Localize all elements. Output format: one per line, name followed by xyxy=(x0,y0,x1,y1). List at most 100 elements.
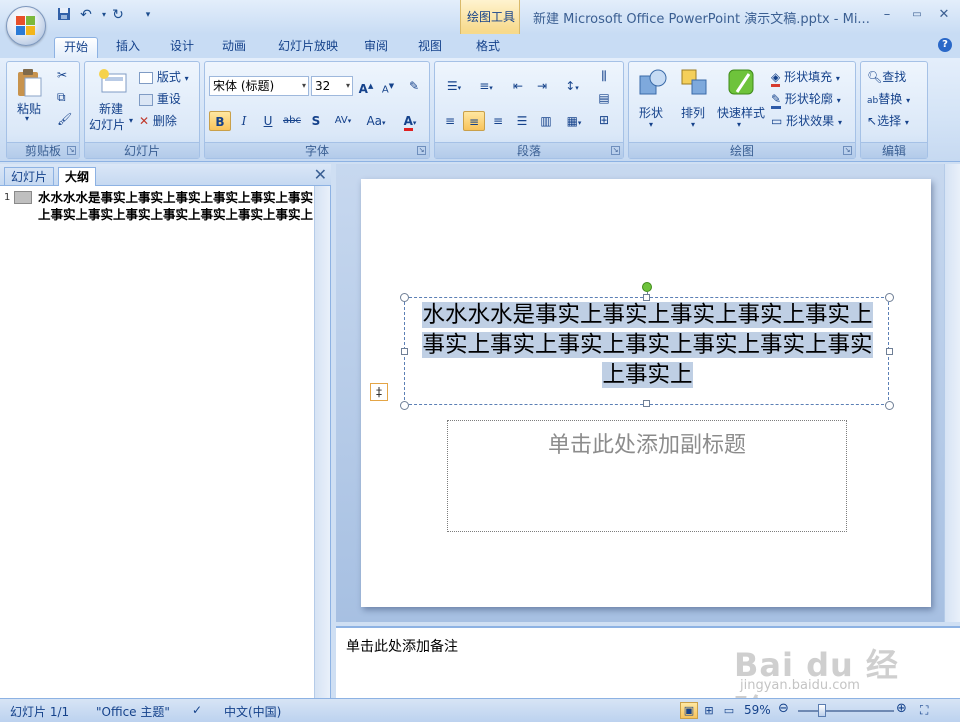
slide-thumbnail-icon[interactable] xyxy=(14,191,32,204)
tab-slideshow[interactable]: 幻灯片放映 xyxy=(268,37,348,58)
zoom-level[interactable]: 59% xyxy=(744,703,771,717)
paragraph-launcher-icon[interactable]: ↘ xyxy=(611,146,620,155)
outline-title-text[interactable]: 水水水水是事实上事实上事实上事实上事实上事实上事实上事实上事实上事实上事实上事实… xyxy=(38,189,316,223)
tab-outline-pane[interactable]: 大纲 xyxy=(58,167,97,186)
spell-check-icon[interactable]: ✓ xyxy=(192,703,202,717)
redo-icon[interactable]: ↻ xyxy=(110,7,126,23)
italic-button[interactable]: I xyxy=(233,111,255,131)
reset-button[interactable]: 重设 xyxy=(139,90,181,107)
office-button[interactable] xyxy=(6,6,46,46)
shape-effects-button[interactable]: ▭ 形状效果 ▾ xyxy=(771,112,842,129)
clipboard-launcher-icon[interactable]: ↘ xyxy=(67,146,76,155)
align-left-icon[interactable]: ≡ xyxy=(439,111,461,131)
resize-handle-n[interactable] xyxy=(643,294,650,301)
help-icon[interactable]: ? xyxy=(938,38,952,52)
shapes-label: 形状 xyxy=(639,106,664,120)
subtitle-placeholder[interactable]: 单击此处添加副标题 xyxy=(447,420,847,532)
delete-button[interactable]: ✕ 删除 xyxy=(139,112,177,129)
shape-fill-button[interactable]: ◈ 形状填充 ▾ xyxy=(771,68,840,87)
notes-pane[interactable]: 单击此处添加备注 Bai du 经验 jingyan.baidu.com xyxy=(336,626,960,722)
copy-icon[interactable]: ⧉ xyxy=(57,90,66,105)
slide-scrollbar[interactable] xyxy=(944,164,960,622)
text-direction-icon[interactable]: ⫼ xyxy=(593,66,615,86)
font-color-button[interactable]: A▾ xyxy=(395,111,425,131)
slideshow-view-icon[interactable]: ▭ xyxy=(720,702,738,719)
decrease-indent-icon[interactable]: ⇤ xyxy=(507,76,529,96)
minimize-icon[interactable]: – xyxy=(877,7,897,23)
font-name-select[interactable]: 宋体 (标题) ▾ xyxy=(209,76,309,96)
resize-handle-e[interactable] xyxy=(886,348,893,355)
align-center-icon[interactable]: ≡ xyxy=(463,111,485,131)
zoom-in-icon[interactable]: ⊕ xyxy=(896,701,907,716)
zoom-slider-thumb[interactable] xyxy=(818,704,826,717)
resize-handle-sw[interactable] xyxy=(400,401,409,410)
outline-scrollbar[interactable] xyxy=(314,186,330,698)
zoom-out-icon[interactable]: ⊖ xyxy=(778,701,789,716)
normal-view-icon[interactable]: ▣ xyxy=(680,702,698,719)
paragraph-group-label: 段落 xyxy=(435,142,623,158)
slide-canvas[interactable]: 水水水水是事实上事实上事实上事实上事实上事实上事实上事实上事实上事实上事实上事实… xyxy=(361,179,931,607)
select-button[interactable]: ↖选择 ▾ xyxy=(867,112,909,129)
undo-icon[interactable]: ↶ xyxy=(78,7,94,23)
grow-font-button[interactable]: A▲ xyxy=(355,76,377,96)
shapes-button[interactable]: 形状 ▾ xyxy=(633,68,673,138)
slide-sorter-icon[interactable]: ⊞ xyxy=(700,702,718,719)
align-text-icon[interactable]: ▤ xyxy=(593,88,615,108)
columns-button[interactable]: ▦▾ xyxy=(559,111,589,131)
shadow-button[interactable]: S xyxy=(305,111,327,131)
restore-icon[interactable]: ▭ xyxy=(907,7,927,23)
arrange-button[interactable]: 排列 ▾ xyxy=(675,68,715,138)
clear-formatting-icon[interactable]: ✎ xyxy=(403,76,425,96)
save-icon[interactable] xyxy=(56,7,72,23)
justify-icon[interactable]: ☰ xyxy=(511,111,533,131)
smartart-icon[interactable]: ⊞ xyxy=(593,110,615,130)
font-size-select[interactable]: 32 ▾ xyxy=(311,76,353,96)
layout-button[interactable]: 版式 ▾ xyxy=(139,68,189,85)
change-case-button[interactable]: Aa▾ xyxy=(361,111,391,131)
tab-format[interactable]: 格式 xyxy=(468,37,508,58)
customize-quick-access-icon[interactable]: ▾ xyxy=(140,7,156,23)
autofit-options-icon[interactable]: ‡ xyxy=(370,383,388,401)
resize-handle-s[interactable] xyxy=(643,400,650,407)
paste-button[interactable]: 粘贴 ▾ xyxy=(13,68,45,123)
underline-button[interactable]: U xyxy=(257,111,279,131)
language-indicator[interactable]: 中文(中国) xyxy=(224,703,281,720)
close-icon[interactable]: ✕ xyxy=(934,7,954,23)
find-button[interactable]: 🔍︎查找 xyxy=(867,68,906,85)
close-pane-icon[interactable]: ✕ xyxy=(314,166,327,184)
char-spacing-button[interactable]: AV▾ xyxy=(329,111,357,131)
resize-handle-se[interactable] xyxy=(885,401,894,410)
resize-handle-nw[interactable] xyxy=(400,293,409,302)
zoom-slider-track[interactable] xyxy=(798,710,894,712)
numbering-button[interactable]: ≡▾ xyxy=(471,76,501,96)
bold-button[interactable]: B xyxy=(209,111,231,131)
tab-review[interactable]: 审阅 xyxy=(356,37,396,58)
title-placeholder[interactable]: 水水水水是事实上事实上事实上事实上事实上事实上事实上事实上事实上事实上事实上事实… xyxy=(400,282,894,410)
shape-outline-button[interactable]: ✎ 形状轮廓 ▾ xyxy=(771,90,841,109)
shrink-font-button[interactable]: A▼ xyxy=(377,76,399,96)
cut-icon[interactable]: ✂ xyxy=(57,68,67,82)
drawing-launcher-icon[interactable]: ↘ xyxy=(843,146,852,155)
align-right-icon[interactable]: ≡ xyxy=(487,111,509,131)
resize-handle-w[interactable] xyxy=(401,348,408,355)
tab-home[interactable]: 开始 xyxy=(54,37,98,58)
tab-design[interactable]: 设计 xyxy=(162,37,202,58)
new-slide-button[interactable]: 新建 幻灯片 ▾ xyxy=(89,68,137,138)
line-spacing-button[interactable]: ↕▾ xyxy=(557,76,587,96)
fit-to-window-icon[interactable]: ⛶ xyxy=(920,703,928,718)
replace-button[interactable]: ab替换 ▾ xyxy=(867,90,910,107)
quick-styles-button[interactable]: 快速样式 ▾ xyxy=(715,68,767,138)
tab-insert[interactable]: 插入 xyxy=(108,37,148,58)
strikethrough-button[interactable]: abc xyxy=(281,111,303,131)
tab-animations[interactable]: 动画 xyxy=(214,37,254,58)
distributed-icon[interactable]: ▥ xyxy=(535,111,557,131)
bullets-button[interactable]: ☰▾ xyxy=(439,76,469,96)
tab-slides-pane[interactable]: 幻灯片 xyxy=(4,167,55,186)
tab-view[interactable]: 视图 xyxy=(410,37,450,58)
increase-indent-icon[interactable]: ⇥ xyxy=(531,76,553,96)
format-painter-icon[interactable]: 🖌 xyxy=(57,112,72,126)
rotate-handle[interactable] xyxy=(642,282,652,292)
resize-handle-ne[interactable] xyxy=(885,293,894,302)
slide-title-text[interactable]: 水水水水是事实上事实上事实上事实上事实上事实上事实上事实上事实上事实上事实上事实… xyxy=(415,300,880,390)
font-launcher-icon[interactable]: ↘ xyxy=(417,146,426,155)
